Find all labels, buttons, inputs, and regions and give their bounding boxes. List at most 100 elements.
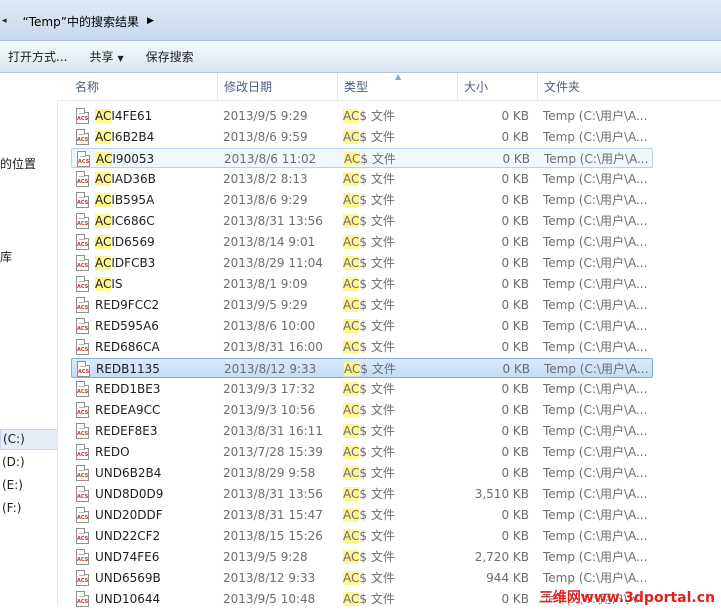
acs-file-icon: ACS bbox=[76, 339, 89, 355]
file-row[interactable]: ACS ACID6569 2013/8/14 9:01 AC$ 文件 0 KB Temp … bbox=[71, 232, 653, 252]
file-row[interactable]: ACS RED686CA 2013/8/31 16:00 AC$ 文件 0 KB Temp… bbox=[71, 337, 653, 357]
file-date: 2013/8/12 9:33 bbox=[224, 362, 317, 376]
share-button[interactable]: 共享 ▼ bbox=[85, 45, 133, 68]
open-with-button[interactable]: 打开方式... bbox=[4, 45, 77, 68]
file-row[interactable]: ACS ACIAD36B 2013/8/2 8:13 AC$ 文件 0 KB Temp (… bbox=[71, 169, 653, 189]
type-match-highlight: AC bbox=[343, 319, 360, 333]
file-name[interactable]: RED595A6 bbox=[95, 316, 159, 337]
type-rest: $ 文件 bbox=[359, 466, 395, 480]
acs-file-icon: ACS bbox=[76, 381, 89, 397]
nav-recent-places[interactable]: 的位置 bbox=[0, 155, 36, 172]
navigation-pane[interactable]: 的位置 库 (C:) (D:) (E:) (F:) bbox=[0, 73, 58, 605]
file-row[interactable]: ACS ACIS 2013/8/1 9:09 AC$ 文件 0 KB Temp (C:\用… bbox=[71, 274, 653, 294]
save-search-button[interactable]: 保存搜索 bbox=[142, 45, 204, 68]
name-rest: ID6569 bbox=[111, 235, 155, 249]
file-type: AC$ 文件 bbox=[343, 421, 395, 442]
file-name[interactable]: ACI6B2B4 bbox=[95, 127, 154, 148]
file-name[interactable]: ACIAD36B bbox=[95, 169, 156, 190]
file-icon-label: ACS bbox=[77, 137, 89, 143]
address-bar[interactable]: ◂ “Temp”中的搜索结果 ▶ bbox=[0, 0, 721, 41]
column-header-folder[interactable]: 文件夹 bbox=[538, 73, 721, 100]
file-name[interactable]: ACIS bbox=[95, 274, 123, 295]
file-type: AC$ 文件 bbox=[343, 379, 395, 400]
file-row[interactable]: ACS ACI6B2B4 2013/8/6 9:59 AC$ 文件 0 KB Temp (… bbox=[71, 127, 653, 147]
file-row[interactable]: ACS REDO 2013/7/28 15:39 AC$ 文件 0 KB Temp (C:… bbox=[71, 442, 653, 462]
file-icon-label: ACS bbox=[77, 116, 89, 122]
nav-libraries[interactable]: 库 bbox=[0, 248, 12, 265]
nav-drive-d[interactable]: (D:) bbox=[0, 453, 56, 472]
file-row[interactable]: ACS UND22CF2 2013/8/15 15:26 AC$ 文件 0 KB Temp… bbox=[71, 526, 653, 546]
file-row[interactable]: ACS RED595A6 2013/8/6 10:00 AC$ 文件 0 KB Temp … bbox=[71, 316, 653, 336]
file-name[interactable]: ACID6569 bbox=[95, 232, 155, 253]
type-match-highlight: AC bbox=[343, 592, 360, 606]
file-folder: Temp (C:\用户\A... bbox=[543, 466, 648, 480]
file-row[interactable]: ACS ACI90053 2013/8/6 11:02 AC$ 文件 0 KB Temp … bbox=[71, 148, 653, 168]
file-row[interactable]: ACS REDD1BE3 2013/9/3 17:32 AC$ 文件 0 KB Temp … bbox=[71, 379, 653, 399]
column-header-date[interactable]: 修改日期 bbox=[218, 73, 338, 100]
breadcrumb-chevron-icon[interactable]: ▶ bbox=[147, 16, 154, 26]
type-match-highlight: AC bbox=[343, 235, 360, 249]
file-size: 0 KB bbox=[501, 466, 529, 480]
file-name[interactable]: ACI90053 bbox=[96, 149, 154, 170]
file-name[interactable]: REDB1135 bbox=[96, 359, 160, 380]
nav-drive-f[interactable]: (F:) bbox=[0, 499, 56, 518]
file-name[interactable]: UND8D0D9 bbox=[95, 484, 163, 505]
file-row[interactable]: ACS ACIDFCB3 2013/8/29 11:04 AC$ 文件 0 KB Temp… bbox=[71, 253, 653, 273]
file-name[interactable]: REDEA9CC bbox=[95, 400, 160, 421]
column-header-name[interactable]: 名称 bbox=[69, 73, 218, 100]
column-header-size[interactable]: 大小 bbox=[458, 73, 538, 100]
type-match-highlight: AC bbox=[343, 382, 360, 396]
name-rest: IDFCB3 bbox=[111, 256, 156, 270]
file-date: 2013/8/2 8:13 bbox=[223, 172, 308, 186]
file-name[interactable]: UND6B2B4 bbox=[95, 463, 161, 484]
breadcrumb-search-results[interactable]: “Temp”中的搜索结果 bbox=[23, 13, 139, 30]
file-row[interactable]: ACS REDEA9CC 2013/9/3 10:56 AC$ 文件 0 KB Temp … bbox=[71, 400, 653, 420]
file-name[interactable]: ACIC686C bbox=[95, 211, 155, 232]
nav-drive-e[interactable]: (E:) bbox=[0, 476, 56, 495]
file-row[interactable]: ACS UND6B2B4 2013/8/29 9:58 AC$ 文件 0 KB Temp … bbox=[71, 463, 653, 483]
file-row[interactable]: ACS UND6569B 2013/8/12 9:33 AC$ 文件 944 KB Tem… bbox=[71, 568, 653, 588]
file-name[interactable]: REDO bbox=[95, 442, 130, 463]
type-rest: $ 文件 bbox=[359, 340, 395, 354]
file-name[interactable]: ACI4FE61 bbox=[95, 106, 152, 127]
name-rest: RED9FCC2 bbox=[95, 298, 160, 312]
file-row[interactable]: ACS UND20DDF 2013/8/31 15:47 AC$ 文件 0 KB Temp… bbox=[71, 505, 653, 525]
file-name[interactable]: UND20DDF bbox=[95, 505, 163, 526]
file-type: AC$ 文件 bbox=[343, 295, 395, 316]
file-name[interactable]: RED686CA bbox=[95, 337, 160, 358]
acs-file-icon: ACS bbox=[76, 507, 89, 523]
nav-drive-c[interactable]: (C:) bbox=[0, 429, 57, 450]
type-match-highlight: AC bbox=[343, 403, 360, 417]
file-name[interactable]: REDD1BE3 bbox=[95, 379, 160, 400]
file-row[interactable]: ACS UND74FE6 2013/9/5 9:28 AC$ 文件 2,720 KB Te… bbox=[71, 547, 653, 567]
file-size: 0 KB bbox=[501, 403, 529, 417]
acs-file-icon: ACS bbox=[76, 108, 89, 124]
name-rest: IS bbox=[111, 277, 123, 291]
file-row[interactable]: ACS RED9FCC2 2013/9/5 9:29 AC$ 文件 0 KB Temp (… bbox=[71, 295, 653, 315]
file-folder: Temp (C:\用户\A... bbox=[543, 319, 648, 333]
file-name[interactable]: ACIDFCB3 bbox=[95, 253, 155, 274]
file-row[interactable]: ACS REDB1135 2013/8/12 9:33 AC$ 文件 0 KB Temp … bbox=[71, 358, 653, 378]
file-name[interactable]: UND74FE6 bbox=[95, 547, 159, 568]
file-name[interactable]: UND22CF2 bbox=[95, 526, 160, 547]
file-name[interactable]: ACIB595A bbox=[95, 190, 154, 211]
type-rest: $ 文件 bbox=[359, 571, 395, 585]
file-row[interactable]: ACS ACI4FE61 2013/9/5 9:29 AC$ 文件 0 KB Temp (… bbox=[71, 106, 653, 126]
acs-file-icon: ACS bbox=[76, 276, 89, 292]
file-size: 0 KB bbox=[501, 340, 529, 354]
file-row[interactable]: ACS UND8D0D9 2013/8/31 13:56 AC$ 文件 3,510 KB… bbox=[71, 484, 653, 504]
file-type: AC$ 文件 bbox=[343, 211, 395, 232]
name-match-highlight: AC bbox=[95, 193, 112, 207]
file-row[interactable]: ACS ACIC686C 2013/8/31 13:56 AC$ 文件 0 KB Temp… bbox=[71, 211, 653, 231]
file-name[interactable]: UND6569B bbox=[95, 568, 161, 589]
name-rest: I4FE61 bbox=[111, 109, 153, 123]
file-row[interactable]: ACS ACIB595A 2013/8/6 9:29 AC$ 文件 0 KB Temp (… bbox=[71, 190, 653, 210]
file-icon-label: ACS bbox=[77, 326, 89, 332]
name-rest: IB595A bbox=[111, 193, 155, 207]
file-name[interactable]: REDEF8E3 bbox=[95, 421, 158, 442]
file-name[interactable]: RED9FCC2 bbox=[95, 295, 159, 316]
file-name[interactable]: UND10644 bbox=[95, 589, 160, 610]
breadcrumb-overflow-icon[interactable]: ◂ bbox=[2, 16, 7, 26]
file-type: AC$ 文件 bbox=[344, 149, 396, 170]
file-row[interactable]: ACS REDEF8E3 2013/8/31 16:11 AC$ 文件 0 KB Temp… bbox=[71, 421, 653, 441]
